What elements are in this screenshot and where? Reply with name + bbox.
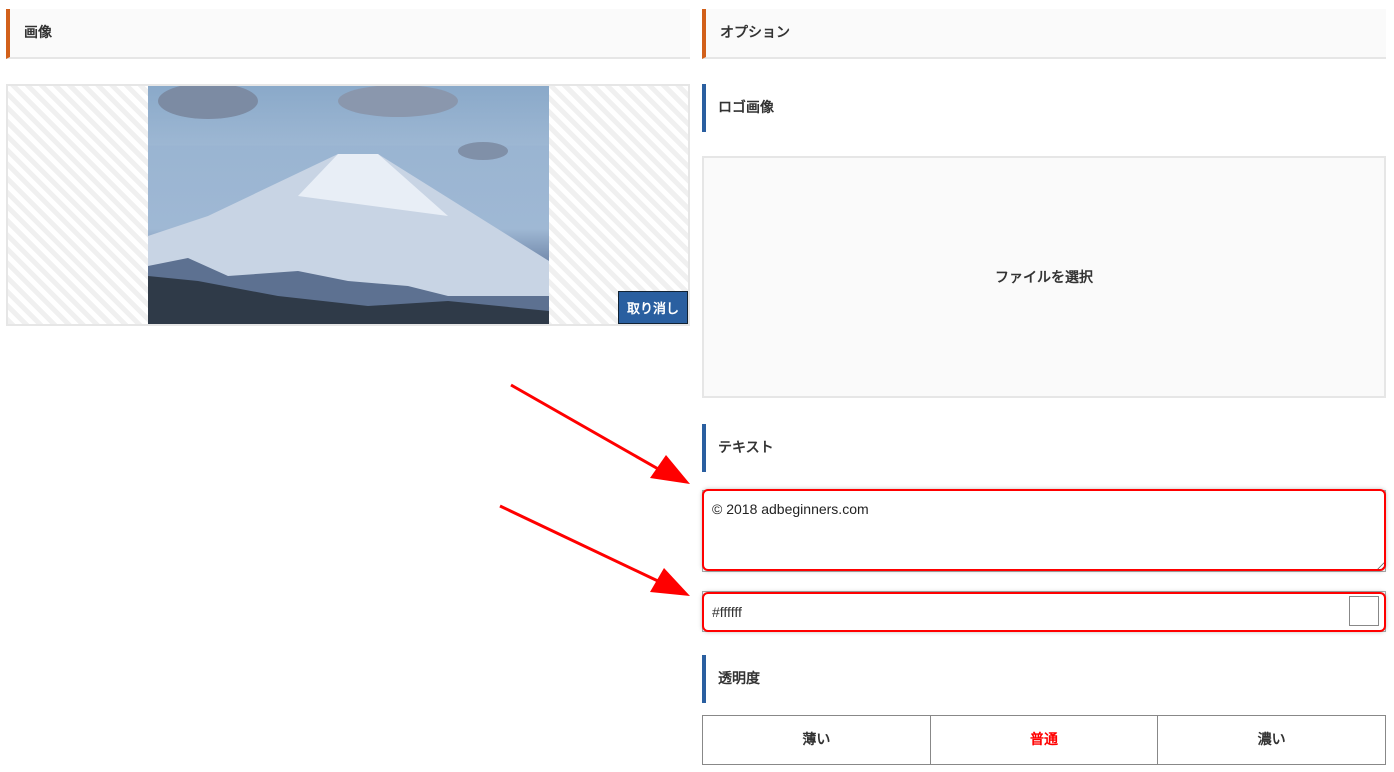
arrow-head-icon bbox=[650, 568, 690, 596]
annotation-arrows bbox=[499, 383, 690, 596]
arrow-head-icon bbox=[650, 455, 690, 484]
